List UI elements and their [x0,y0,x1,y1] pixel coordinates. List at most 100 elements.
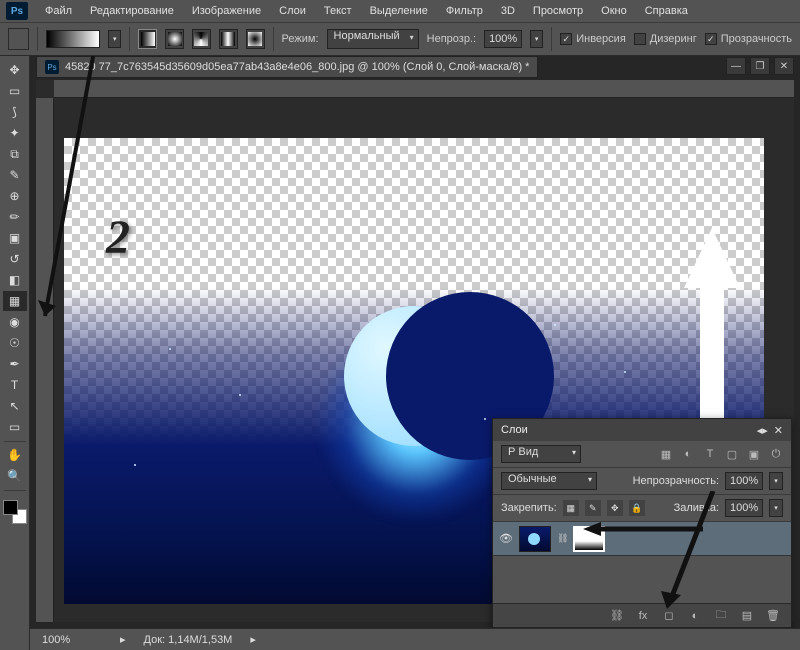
eyedropper-tool[interactable]: ✎ [3,165,27,185]
menu-filter[interactable]: Фильтр [437,2,492,20]
menu-view[interactable]: Просмотр [524,2,592,20]
move-tool[interactable]: ✥ [3,60,27,80]
marquee-tool[interactable]: ▭ [3,81,27,101]
add-mask-button[interactable]: ◻ [661,608,677,624]
eraser-tool[interactable]: ◧ [3,270,27,290]
tool-preset-picker[interactable] [8,28,29,50]
opacity-label: Непрозр.: [427,33,476,45]
layer-blend-mode-select[interactable]: Обычные [501,472,597,490]
lock-position-button[interactable]: ✥ [607,500,623,516]
menu-file[interactable]: Файл [36,2,81,20]
type-tool[interactable]: T [3,375,27,395]
filter-pixel-icon[interactable]: ▦ [659,447,673,461]
gradient-preview[interactable] [46,30,100,48]
layer-opacity-input[interactable]: 100% [725,472,763,490]
ruler-horizontal[interactable] [54,80,794,98]
menu-edit[interactable]: Редактирование [81,2,183,20]
dodge-tool[interactable]: ☉ [3,333,27,353]
zoom-dropdown-icon[interactable]: ▸ [120,633,126,646]
transparency-checkbox[interactable] [705,33,717,45]
lock-label: Закрепить: [501,502,557,514]
gradient-reflected-button[interactable] [219,29,238,49]
menu-bar: Ps Файл Редактирование Изображение Слои … [0,0,800,22]
gradient-tool[interactable]: ▦ [3,291,27,311]
zoom-tool[interactable]: 🔍 [3,466,27,486]
layer-row[interactable]: 👁 ⛓ Слой 0 [493,522,791,556]
foreground-color[interactable] [3,500,18,515]
path-select-tool[interactable]: ↖ [3,396,27,416]
status-bar: 100% ▸ Док: 1,14M/1,53M ▸ [30,628,800,650]
crop-tool[interactable]: ⧉ [3,144,27,164]
layer-opacity-dropdown[interactable]: ▾ [769,472,783,490]
gradient-linear-button[interactable] [138,29,157,49]
filter-adjust-icon[interactable]: ◐ [681,447,695,461]
document-tab[interactable]: Ps 45820 77_7c763545d35609d05ea77ab43a8e… [36,56,538,78]
filter-type-icon[interactable]: T [703,447,717,461]
ruler-vertical[interactable] [36,98,54,622]
layer-visibility-icon[interactable]: 👁 [499,532,513,545]
menu-select[interactable]: Выделение [361,2,437,20]
layer-mask-thumbnail[interactable] [573,526,605,552]
add-adjustment-button[interactable]: ◐ [687,608,703,624]
brush-tool[interactable]: ✏ [3,207,27,227]
opacity-dropdown[interactable]: ▾ [530,30,543,48]
menu-image[interactable]: Изображение [183,2,270,20]
moon-artwork [344,306,484,446]
new-layer-button[interactable]: ▤ [739,608,755,624]
link-layers-button[interactable]: ⛓ [609,608,625,624]
panel-close-icon[interactable]: ✕ [774,424,783,437]
lock-pixels-button[interactable]: ✎ [585,500,601,516]
tools-panel: ✥ ▭ ⟆ ✦ ⧉ ✎ ⊕ ✏ ▣ ↺ ◧ ▦ ◉ ☉ ✒ T ↖ ▭ ✋ 🔍 [0,56,30,650]
zoom-level[interactable]: 100% [42,634,102,646]
doc-info[interactable]: Док: 1,14M/1,53M [144,634,233,646]
heal-tool[interactable]: ⊕ [3,186,27,206]
window-restore-button[interactable]: ❐ [750,57,770,75]
opacity-input[interactable]: 100% [484,30,522,48]
doc-info-dropdown-icon[interactable]: ▸ [250,633,256,646]
color-swatches[interactable] [3,500,27,524]
transparency-label: Прозрачность [721,33,792,45]
window-close-button[interactable]: ✕ [774,57,794,75]
blur-tool[interactable]: ◉ [3,312,27,332]
layer-mask-link-icon[interactable]: ⛓ [557,533,567,544]
pen-tool[interactable]: ✒ [3,354,27,374]
blend-mode-select[interactable]: Нормальный [327,29,419,49]
layers-panel: Слои ◂▸ ✕ Р Вид ▦ ◐ T ▢ ▣ ⏻ Обычные Непр… [492,418,792,628]
new-group-button[interactable]: 🗀 [713,608,729,624]
window-minimize-button[interactable]: — [726,57,746,75]
dither-checkbox[interactable] [634,33,646,45]
layer-thumbnail[interactable] [519,526,551,552]
layer-fx-button[interactable]: fx [635,608,651,624]
menu-window[interactable]: Окно [592,2,636,20]
lasso-tool[interactable]: ⟆ [3,102,27,122]
gradient-diamond-button[interactable] [246,29,265,49]
magic-wand-tool[interactable]: ✦ [3,123,27,143]
document-title: 45820 77_7c763545d35609d05ea77ab43a8e4e0… [65,61,529,73]
shape-tool[interactable]: ▭ [3,417,27,437]
gradient-picker-dropdown[interactable]: ▾ [108,30,121,48]
reverse-checkbox[interactable] [560,33,572,45]
panel-collapse-icon[interactable]: ◂▸ [757,424,768,437]
filter-shape-icon[interactable]: ▢ [725,447,739,461]
stamp-tool[interactable]: ▣ [3,228,27,248]
menu-help[interactable]: Справка [636,2,697,20]
layer-filter-select[interactable]: Р Вид [501,445,581,463]
lock-all-button[interactable]: 🔒 [629,500,645,516]
annotation-white-arrow [684,228,740,418]
lock-transparency-button[interactable]: ▦ [563,500,579,516]
layers-tab[interactable]: Слои [501,424,528,436]
gradient-angle-button[interactable] [192,29,211,49]
fill-input[interactable]: 100% [725,499,763,517]
menu-text[interactable]: Текст [315,2,361,20]
filter-toggle-icon[interactable]: ⏻ [769,447,783,461]
fill-dropdown[interactable]: ▾ [769,499,783,517]
fill-label: Заливка: [674,502,719,514]
menu-layers[interactable]: Слои [270,2,315,20]
gradient-radial-button[interactable] [165,29,184,49]
hand-tool[interactable]: ✋ [3,445,27,465]
filter-smart-icon[interactable]: ▣ [747,447,761,461]
delete-layer-button[interactable]: 🗑 [765,608,781,624]
menu-3d[interactable]: 3D [492,2,524,20]
dither-label: Дизеринг [650,33,697,45]
history-brush-tool[interactable]: ↺ [3,249,27,269]
